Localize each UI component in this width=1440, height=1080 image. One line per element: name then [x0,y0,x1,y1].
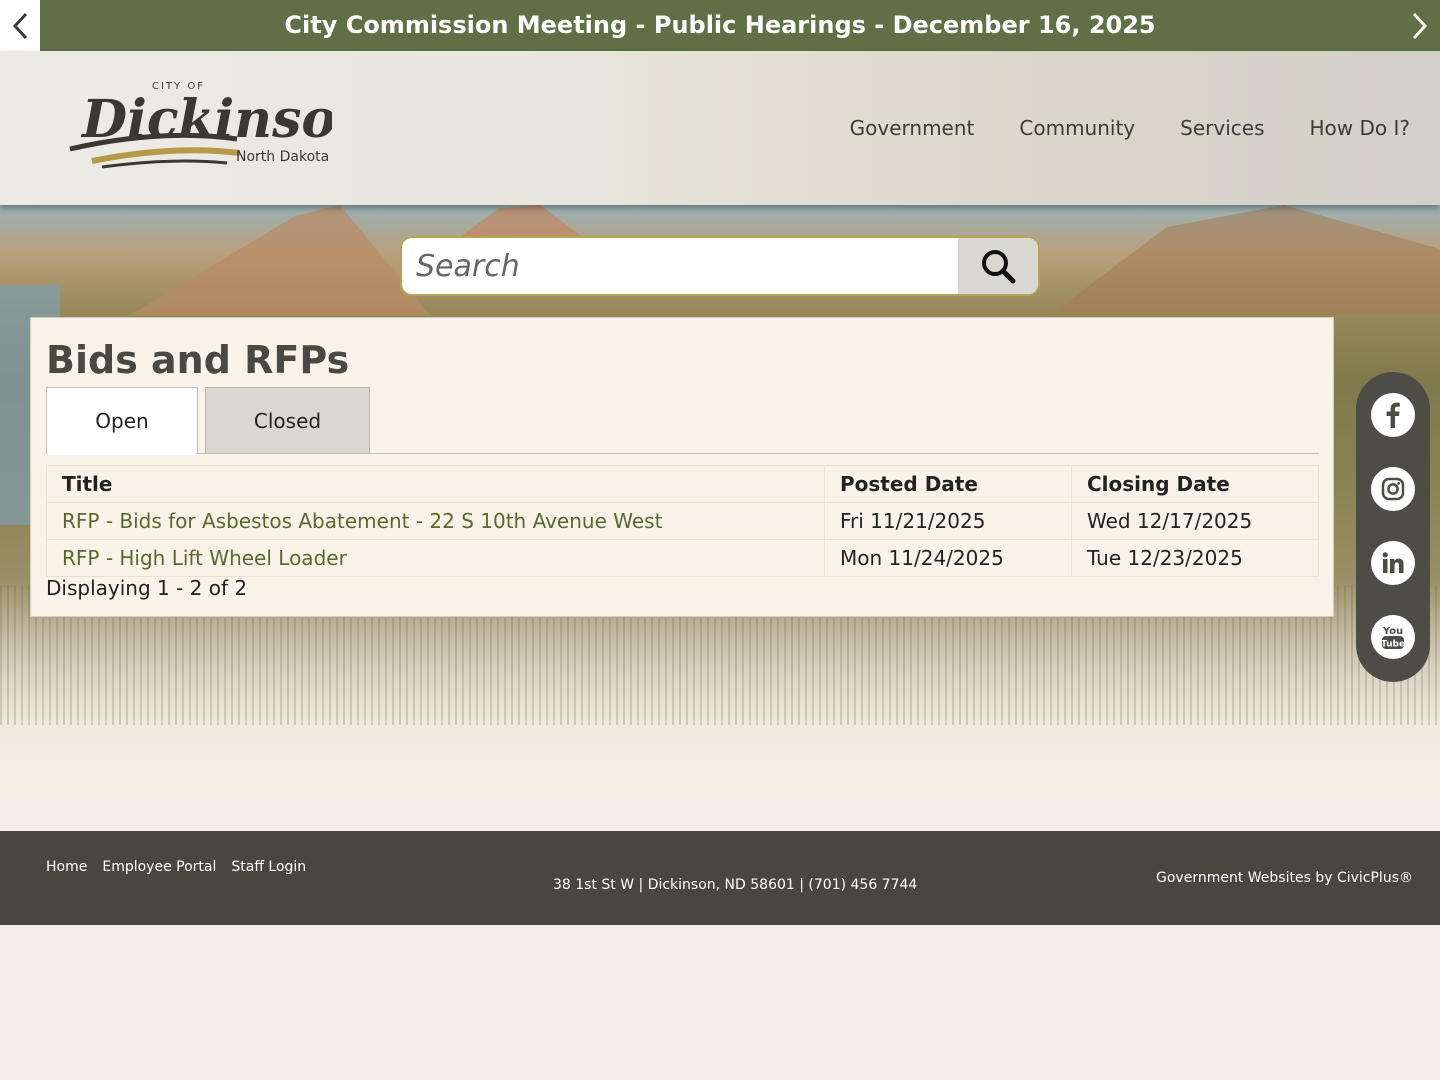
facebook-link[interactable] [1371,393,1415,437]
tab-closed[interactable]: Closed [205,387,370,454]
closing-date-cell: Tue 12/23/2025 [1071,539,1319,577]
column-header-title: Title [46,465,825,503]
hero-hill [130,205,430,315]
footer-links: Home Employee Portal Staff Login [46,859,306,875]
footer-link-employee-portal[interactable]: Employee Portal [102,859,216,875]
linkedin-icon [1382,552,1404,573]
instagram-icon [1381,477,1405,501]
hero-hill [1050,205,1440,315]
search-box [400,236,1040,296]
page-title: Bids and RFPs [46,338,350,382]
youtube-icon: You Tube [1381,626,1405,650]
alert-banner: City Commission Meeting - Public Hearing… [0,0,1440,51]
closing-date-cell: Wed 12/17/2025 [1071,502,1319,540]
table-row: RFP - Bids for Asbestos Abatement - 22 S… [46,502,1319,540]
bids-table: Title Posted Date Closing Date RFP - Bid… [46,465,1319,577]
footer-link-home[interactable]: Home [46,859,87,875]
bid-title-cell: RFP - High Lift Wheel Loader [46,539,825,577]
site-header: CITY OF Dickinson North Dakota Governmen… [0,51,1440,205]
nav-item-how-do-i[interactable]: How Do I? [1310,116,1411,140]
instagram-link[interactable] [1371,467,1415,511]
posted-date-cell: Mon 11/24/2025 [824,539,1072,577]
search-button[interactable] [958,238,1038,294]
linkedin-link[interactable] [1371,541,1415,585]
main-content: Bids and RFPs Open Closed Title Posted D… [30,317,1334,617]
posted-date-cell: Fri 11/21/2025 [824,502,1072,540]
column-header-posted-date: Posted Date [824,465,1072,503]
tab-open[interactable]: Open [46,387,198,455]
footer-link-staff-login[interactable]: Staff Login [231,859,306,875]
footer-credit-link[interactable]: Government Websites by CivicPlus® [1156,870,1413,886]
nav-item-government[interactable]: Government [850,116,975,140]
chevron-right-icon [1412,12,1428,39]
bid-title-cell: RFP - Bids for Asbestos Abatement - 22 S… [46,502,825,540]
svg-text:Tube: Tube [1381,640,1405,650]
youtube-link[interactable]: You Tube [1371,615,1415,659]
search-icon [982,250,1016,284]
social-sidebar: You Tube [1356,372,1430,682]
nav-item-services[interactable]: Services [1180,116,1264,140]
logo-state: North Dakota [236,149,330,165]
results-count: Displaying 1 - 2 of 2 [46,576,248,600]
alert-next-button[interactable] [1400,0,1440,51]
logo-name: Dickinson [80,89,332,150]
table-row: RFP - High Lift Wheel Loader Mon 11/24/2… [46,539,1319,577]
chevron-left-icon [12,12,28,39]
facebook-icon [1386,402,1400,428]
table-header-row: Title Posted Date Closing Date [46,465,1319,503]
bid-title-link[interactable]: RFP - Bids for Asbestos Abatement - 22 S… [62,509,662,533]
alert-text[interactable]: City Commission Meeting - Public Hearing… [40,0,1400,51]
column-header-closing-date: Closing Date [1071,465,1319,503]
bid-title-link[interactable]: RFP - High Lift Wheel Loader [62,546,347,570]
alert-prev-button[interactable] [0,0,40,51]
svg-text:You: You [1382,626,1403,637]
main-nav: Government Community Services How Do I? [850,51,1410,205]
nav-item-community[interactable]: Community [1019,116,1135,140]
search-input[interactable] [402,238,962,294]
tab-bar: Open Closed [46,387,1319,455]
site-footer: Home Employee Portal Staff Login 38 1st … [0,831,1440,925]
footer-address: 38 1st St W | Dickinson, ND 58601 | (701… [553,877,918,893]
city-logo[interactable]: CITY OF Dickinson North Dakota [62,79,332,179]
